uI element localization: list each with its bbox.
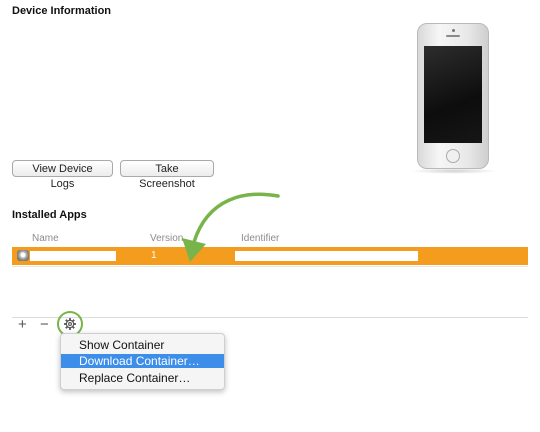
view-device-logs-button[interactable]: View Device Logs (12, 160, 113, 190)
iphone-speaker (446, 35, 460, 37)
row-separator (12, 266, 528, 267)
add-app-button[interactable]: + (18, 316, 27, 334)
column-header-name[interactable]: Name (32, 233, 59, 244)
menu-item-download-container[interactable]: Download Container… (61, 354, 224, 368)
app-icon (17, 250, 29, 261)
iphone-camera (452, 29, 455, 32)
gear-icon (64, 318, 76, 330)
menu-item-show-container[interactable]: Show Container (61, 338, 224, 352)
iphone-home-button (446, 149, 460, 163)
device-information-title: Device Information (12, 5, 112, 17)
menu-item-replace-container[interactable]: Replace Container… (61, 371, 224, 385)
remove-app-button[interactable]: − (40, 316, 49, 334)
app-version: 1 (151, 250, 157, 261)
annotation-arrow (182, 192, 280, 262)
app-name-redacted (30, 251, 116, 261)
take-screenshot-button[interactable]: Take Screenshot (120, 160, 214, 190)
installed-apps-title: Installed Apps (12, 209, 87, 221)
iphone-image (417, 23, 489, 169)
context-menu: Show Container Download Container… Repla… (60, 333, 225, 390)
table-bottom-divider (12, 317, 528, 318)
iphone-screen (424, 46, 482, 143)
